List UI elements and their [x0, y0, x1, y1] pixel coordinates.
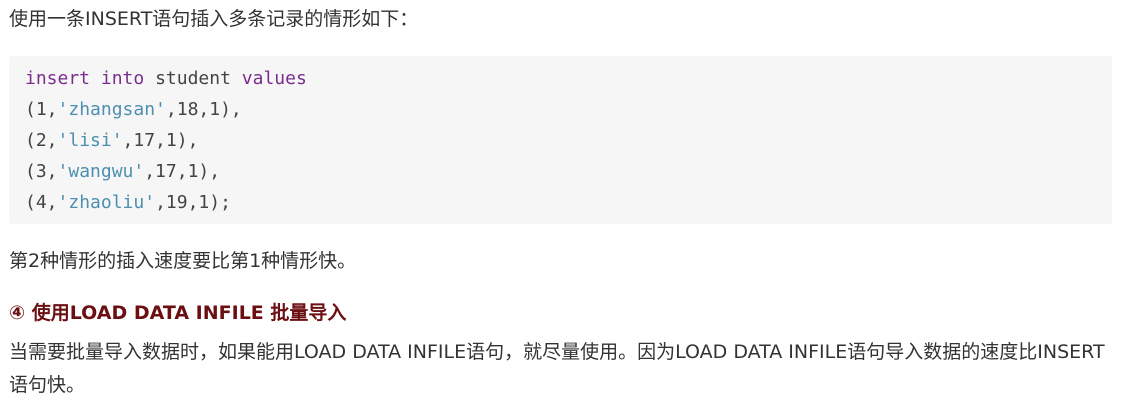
code-row-open: (1,: [25, 99, 58, 120]
code-line-5: (4,'zhaoliu',19,1);: [25, 187, 1112, 218]
code-string: 'zhangsan': [57, 99, 166, 120]
code-keyword-insert: insert: [25, 68, 91, 89]
section-body-paragraph: 当需要批量导入数据时，如果能用LOAD DATA INFILE语句，就尽量使用。…: [9, 341, 1105, 396]
code-row-rest: ,17,1),: [144, 161, 221, 182]
section-heading: ④ 使用LOAD DATA INFILE 批量导入: [9, 302, 347, 324]
code-keyword-values: values: [241, 68, 307, 89]
code-line-2: (1,'zhangsan',18,1),: [25, 94, 1112, 125]
code-table-name: student: [144, 68, 242, 89]
code-row-rest: ,18,1),: [165, 99, 242, 120]
code-row-rest: ,17,1),: [122, 130, 199, 151]
code-line-4: (3,'wangwu',17,1),: [25, 156, 1112, 187]
code-row-open: (4,: [25, 192, 58, 213]
article-page: 使用一条INSERT语句插入多条记录的情形如下： insert into stu…: [0, 0, 1124, 416]
code-string: 'wangwu': [57, 161, 145, 182]
code-line-3: (2,'lisi',17,1),: [25, 125, 1112, 156]
code-line-1: insert into student values: [25, 63, 1112, 94]
code-row-rest: ,19,1);: [155, 192, 231, 213]
code-block: insert into student values (1,'zhangsan'…: [9, 56, 1112, 224]
code-string: 'zhaoliu': [57, 192, 156, 213]
code-row-open: (3,: [25, 161, 58, 182]
code-row-open: (2,: [25, 130, 58, 151]
code-keyword-into: into: [100, 68, 145, 89]
intro-paragraph: 使用一条INSERT语句插入多条记录的情形如下：: [9, 8, 419, 30]
code-string: 'lisi': [57, 130, 123, 151]
comparison-paragraph: 第2种情形的插入速度要比第1种情形快。: [9, 250, 357, 272]
